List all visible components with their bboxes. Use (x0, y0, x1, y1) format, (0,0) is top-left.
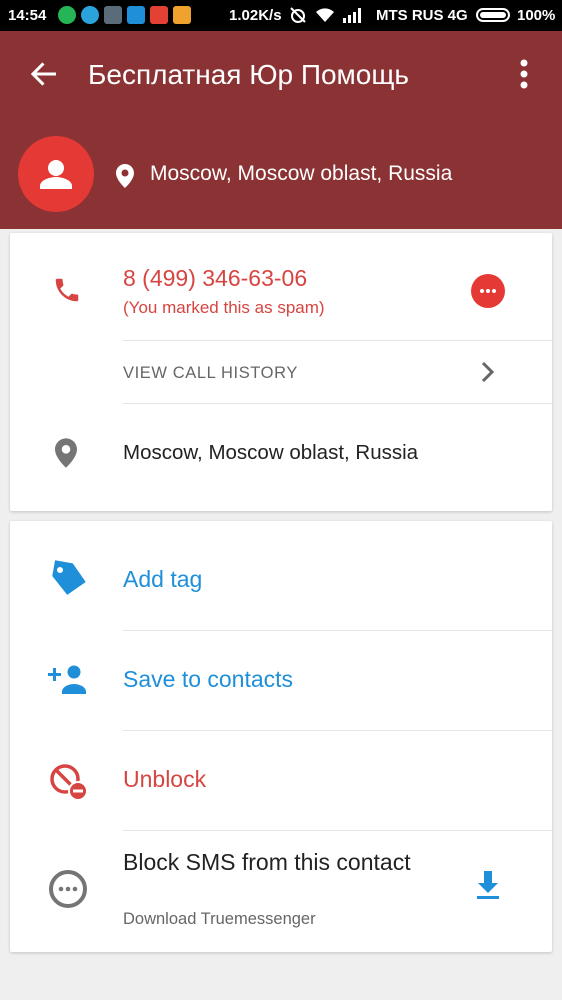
carrier-name: MTS RUS 4G (376, 7, 468, 24)
view-call-history-label: VIEW CALL HISTORY (123, 364, 298, 382)
add-tag-row[interactable]: Add tag (10, 531, 552, 631)
alarm-off-icon (290, 7, 306, 23)
system-icons (289, 6, 365, 24)
truecaller-icon (127, 6, 145, 24)
header-location: Moscow, Moscow oblast, Russia (150, 162, 453, 185)
sms-icon (49, 870, 87, 908)
app-icon (104, 6, 122, 24)
back-arrow-icon[interactable] (28, 58, 60, 90)
location-text: Moscow, Moscow oblast, Russia (123, 441, 419, 464)
block-sms-title[interactable]: Block SMS from this contact (123, 847, 423, 877)
divider (123, 830, 552, 831)
tag-icon (52, 560, 86, 595)
block-sms-subtitle: Download Truemessenger (123, 910, 316, 928)
divider (123, 403, 552, 404)
status-time: 14:54 (8, 7, 47, 24)
battery-icon (476, 8, 510, 22)
spam-note: (You marked this as spam) (123, 298, 325, 317)
actions-card: Add tag Save to contacts Unblock Block S… (10, 521, 552, 952)
signal-icon (343, 8, 361, 23)
details-card: 8 (499) 346-63-06 (You marked this as sp… (10, 233, 552, 511)
location-pin-icon (116, 164, 134, 188)
unblock-icon (50, 764, 88, 801)
app2-icon (173, 6, 191, 24)
message-button[interactable] (471, 274, 505, 308)
unblock-label: Unblock (123, 766, 207, 792)
gmail-icon (150, 6, 168, 24)
page-title: Бесплатная Юр Помощь (88, 59, 409, 90)
notification-icons (58, 6, 191, 24)
location-pin-icon (55, 438, 77, 468)
unblock-row[interactable]: Unblock (10, 731, 552, 831)
download-icon[interactable] (475, 871, 501, 901)
chevron-right-icon (481, 361, 495, 383)
battery-percent: 100% (517, 7, 556, 24)
avatar (18, 136, 94, 212)
network-speed: 1.02K/s (229, 7, 282, 24)
add-person-icon (48, 665, 86, 694)
view-call-history-row[interactable]: VIEW CALL HISTORY (10, 341, 552, 403)
more-vert-icon[interactable] (512, 57, 536, 91)
status-bar: 14:54 1.02K/s MTS RUS 4G 100% (0, 0, 562, 31)
contact-header: Бесплатная Юр Помощь Moscow, Moscow obla… (0, 31, 562, 229)
save-to-contacts-label: Save to contacts (123, 666, 294, 692)
wifi-icon (316, 8, 334, 22)
add-tag-label: Add tag (123, 566, 203, 592)
save-to-contacts-row[interactable]: Save to contacts (10, 631, 552, 731)
person-icon (40, 160, 72, 189)
message-icon (480, 289, 496, 293)
phone-icon[interactable] (52, 275, 82, 305)
phone-number[interactable]: 8 (499) 346-63-06 (123, 265, 307, 292)
telegram-icon (81, 6, 99, 24)
whatsapp-icon (58, 6, 76, 24)
